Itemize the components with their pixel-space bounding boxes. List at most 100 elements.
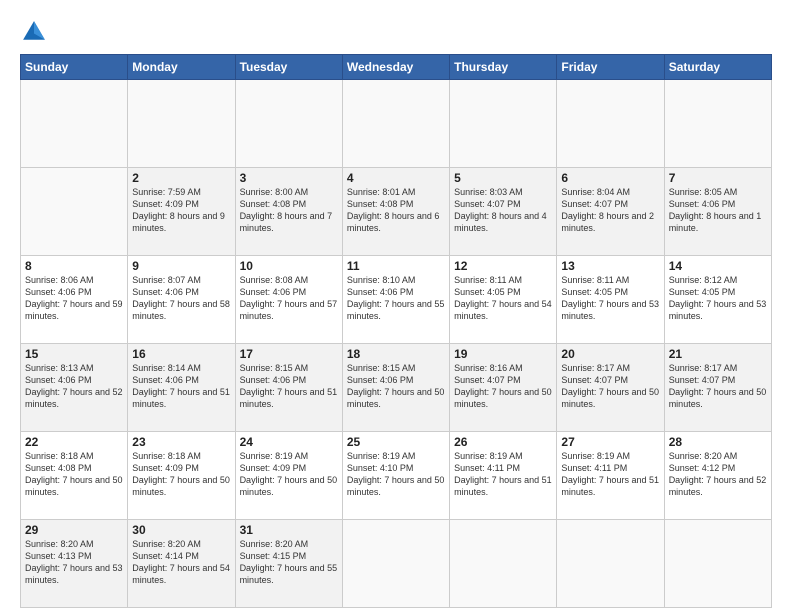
day-cell: 25Sunrise: 8:19 AMSunset: 4:10 PMDayligh… [342, 432, 449, 520]
day-cell: 8Sunrise: 8:06 AMSunset: 4:06 PMDaylight… [21, 256, 128, 344]
day-info: Sunrise: 8:19 AMSunset: 4:11 PMDaylight:… [561, 450, 659, 499]
day-cell [21, 168, 128, 256]
day-info: Sunrise: 8:06 AMSunset: 4:06 PMDaylight:… [25, 274, 123, 323]
day-info: Sunrise: 8:14 AMSunset: 4:06 PMDaylight:… [132, 362, 230, 411]
week-row-5: 22Sunrise: 8:18 AMSunset: 4:08 PMDayligh… [21, 432, 772, 520]
day-cell: 6Sunrise: 8:04 AMSunset: 4:07 PMDaylight… [557, 168, 664, 256]
day-number: 10 [240, 259, 338, 273]
day-header-thursday: Thursday [450, 55, 557, 80]
day-cell [450, 520, 557, 608]
day-info: Sunrise: 8:15 AMSunset: 4:06 PMDaylight:… [347, 362, 445, 411]
day-cell: 26Sunrise: 8:19 AMSunset: 4:11 PMDayligh… [450, 432, 557, 520]
day-cell: 24Sunrise: 8:19 AMSunset: 4:09 PMDayligh… [235, 432, 342, 520]
day-info: Sunrise: 8:15 AMSunset: 4:06 PMDaylight:… [240, 362, 338, 411]
day-cell: 30Sunrise: 8:20 AMSunset: 4:14 PMDayligh… [128, 520, 235, 608]
day-cell [342, 520, 449, 608]
day-cell [450, 80, 557, 168]
day-cell: 12Sunrise: 8:11 AMSunset: 4:05 PMDayligh… [450, 256, 557, 344]
calendar-table: SundayMondayTuesdayWednesdayThursdayFrid… [20, 54, 772, 608]
day-info: Sunrise: 8:07 AMSunset: 4:06 PMDaylight:… [132, 274, 230, 323]
day-cell: 28Sunrise: 8:20 AMSunset: 4:12 PMDayligh… [664, 432, 771, 520]
day-number: 22 [25, 435, 123, 449]
day-cell: 10Sunrise: 8:08 AMSunset: 4:06 PMDayligh… [235, 256, 342, 344]
week-row-4: 15Sunrise: 8:13 AMSunset: 4:06 PMDayligh… [21, 344, 772, 432]
day-info: Sunrise: 8:00 AMSunset: 4:08 PMDaylight:… [240, 186, 338, 235]
header-row: SundayMondayTuesdayWednesdayThursdayFrid… [21, 55, 772, 80]
day-number: 3 [240, 171, 338, 185]
day-cell: 11Sunrise: 8:10 AMSunset: 4:06 PMDayligh… [342, 256, 449, 344]
day-cell [664, 80, 771, 168]
day-number: 20 [561, 347, 659, 361]
day-cell: 21Sunrise: 8:17 AMSunset: 4:07 PMDayligh… [664, 344, 771, 432]
day-number: 18 [347, 347, 445, 361]
day-header-saturday: Saturday [664, 55, 771, 80]
day-number: 12 [454, 259, 552, 273]
day-cell: 3Sunrise: 8:00 AMSunset: 4:08 PMDaylight… [235, 168, 342, 256]
day-info: Sunrise: 8:20 AMSunset: 4:13 PMDaylight:… [25, 538, 123, 587]
day-cell: 2Sunrise: 7:59 AMSunset: 4:09 PMDaylight… [128, 168, 235, 256]
day-cell [342, 80, 449, 168]
day-info: Sunrise: 8:20 AMSunset: 4:14 PMDaylight:… [132, 538, 230, 587]
day-cell: 16Sunrise: 8:14 AMSunset: 4:06 PMDayligh… [128, 344, 235, 432]
day-info: Sunrise: 8:04 AMSunset: 4:07 PMDaylight:… [561, 186, 659, 235]
week-row-1 [21, 80, 772, 168]
day-number: 7 [669, 171, 767, 185]
header [20, 18, 772, 46]
day-cell: 29Sunrise: 8:20 AMSunset: 4:13 PMDayligh… [21, 520, 128, 608]
day-number: 19 [454, 347, 552, 361]
day-number: 6 [561, 171, 659, 185]
day-header-wednesday: Wednesday [342, 55, 449, 80]
day-info: Sunrise: 8:11 AMSunset: 4:05 PMDaylight:… [561, 274, 659, 323]
day-cell: 27Sunrise: 8:19 AMSunset: 4:11 PMDayligh… [557, 432, 664, 520]
day-number: 9 [132, 259, 230, 273]
day-cell: 19Sunrise: 8:16 AMSunset: 4:07 PMDayligh… [450, 344, 557, 432]
day-info: Sunrise: 8:17 AMSunset: 4:07 PMDaylight:… [561, 362, 659, 411]
day-cell: 17Sunrise: 8:15 AMSunset: 4:06 PMDayligh… [235, 344, 342, 432]
day-info: Sunrise: 8:20 AMSunset: 4:12 PMDaylight:… [669, 450, 767, 499]
day-info: Sunrise: 8:11 AMSunset: 4:05 PMDaylight:… [454, 274, 552, 323]
day-info: Sunrise: 8:18 AMSunset: 4:09 PMDaylight:… [132, 450, 230, 499]
day-cell: 14Sunrise: 8:12 AMSunset: 4:05 PMDayligh… [664, 256, 771, 344]
day-number: 30 [132, 523, 230, 537]
day-number: 13 [561, 259, 659, 273]
day-info: Sunrise: 8:10 AMSunset: 4:06 PMDaylight:… [347, 274, 445, 323]
day-number: 31 [240, 523, 338, 537]
day-cell: 5Sunrise: 8:03 AMSunset: 4:07 PMDaylight… [450, 168, 557, 256]
day-number: 29 [25, 523, 123, 537]
day-cell [557, 80, 664, 168]
logo [20, 18, 52, 46]
day-info: Sunrise: 8:05 AMSunset: 4:06 PMDaylight:… [669, 186, 767, 235]
day-cell [235, 80, 342, 168]
day-number: 28 [669, 435, 767, 449]
day-info: Sunrise: 8:13 AMSunset: 4:06 PMDaylight:… [25, 362, 123, 411]
day-header-friday: Friday [557, 55, 664, 80]
day-number: 8 [25, 259, 123, 273]
day-number: 21 [669, 347, 767, 361]
day-number: 17 [240, 347, 338, 361]
day-cell: 23Sunrise: 8:18 AMSunset: 4:09 PMDayligh… [128, 432, 235, 520]
day-info: Sunrise: 8:03 AMSunset: 4:07 PMDaylight:… [454, 186, 552, 235]
week-row-3: 8Sunrise: 8:06 AMSunset: 4:06 PMDaylight… [21, 256, 772, 344]
day-cell [664, 520, 771, 608]
day-header-sunday: Sunday [21, 55, 128, 80]
day-cell [128, 80, 235, 168]
day-number: 2 [132, 171, 230, 185]
page: SundayMondayTuesdayWednesdayThursdayFrid… [0, 0, 792, 612]
week-row-2: 2Sunrise: 7:59 AMSunset: 4:09 PMDaylight… [21, 168, 772, 256]
day-info: Sunrise: 8:20 AMSunset: 4:15 PMDaylight:… [240, 538, 338, 587]
day-number: 27 [561, 435, 659, 449]
day-cell: 9Sunrise: 8:07 AMSunset: 4:06 PMDaylight… [128, 256, 235, 344]
day-cell: 18Sunrise: 8:15 AMSunset: 4:06 PMDayligh… [342, 344, 449, 432]
day-cell: 7Sunrise: 8:05 AMSunset: 4:06 PMDaylight… [664, 168, 771, 256]
week-row-6: 29Sunrise: 8:20 AMSunset: 4:13 PMDayligh… [21, 520, 772, 608]
day-number: 5 [454, 171, 552, 185]
calendar-body: 2Sunrise: 7:59 AMSunset: 4:09 PMDaylight… [21, 80, 772, 608]
day-number: 24 [240, 435, 338, 449]
day-info: Sunrise: 8:18 AMSunset: 4:08 PMDaylight:… [25, 450, 123, 499]
day-info: Sunrise: 8:16 AMSunset: 4:07 PMDaylight:… [454, 362, 552, 411]
day-info: Sunrise: 8:01 AMSunset: 4:08 PMDaylight:… [347, 186, 445, 235]
day-cell: 15Sunrise: 8:13 AMSunset: 4:06 PMDayligh… [21, 344, 128, 432]
calendar-header: SundayMondayTuesdayWednesdayThursdayFrid… [21, 55, 772, 80]
day-info: Sunrise: 8:08 AMSunset: 4:06 PMDaylight:… [240, 274, 338, 323]
day-cell: 13Sunrise: 8:11 AMSunset: 4:05 PMDayligh… [557, 256, 664, 344]
